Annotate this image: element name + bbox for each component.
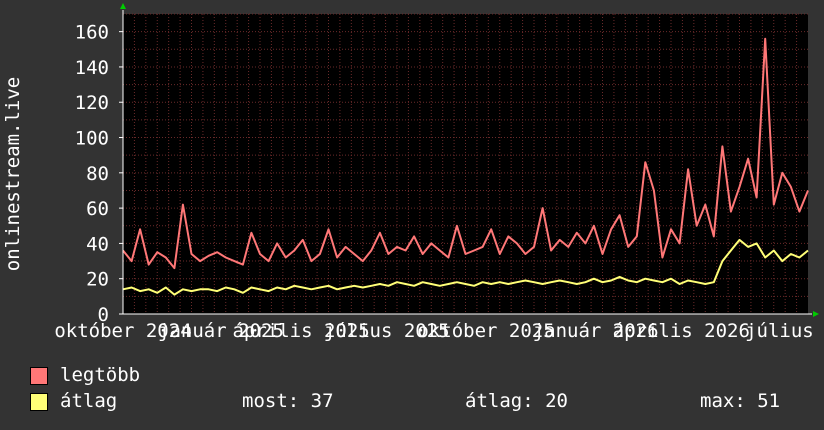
y-tick-label: 100 (75, 128, 109, 150)
stat-max: max: 51 (700, 390, 781, 412)
x-axis-arrow-icon (813, 311, 819, 317)
y-tick-label: 40 (86, 233, 109, 255)
y-tick-label: 60 (86, 198, 109, 220)
x-tick-label: április 2026 (613, 320, 750, 342)
legend-label-legtobb: legtöbb (60, 364, 141, 386)
y-tick-label: 140 (75, 57, 109, 79)
y-tick-label: 160 (75, 22, 109, 44)
legend-swatch-atlag (30, 393, 48, 411)
legend-label-atlag: átlag (60, 390, 118, 412)
stat-most: most: 37 (242, 390, 334, 412)
stat-atlag: átlag: 20 (465, 390, 568, 412)
y-tick-label: 120 (75, 92, 109, 114)
y-tick-label: 20 (86, 269, 109, 291)
y-axis-label: onlinestream.live (2, 77, 24, 271)
x-tick-label: július 2026 (745, 320, 824, 342)
chart: 020406080100120140160október 2024január … (2, 3, 824, 342)
y-tick-label: 80 (86, 163, 109, 185)
legend-swatch-legtobb (30, 367, 48, 385)
y-axis-arrow-icon (120, 3, 126, 9)
